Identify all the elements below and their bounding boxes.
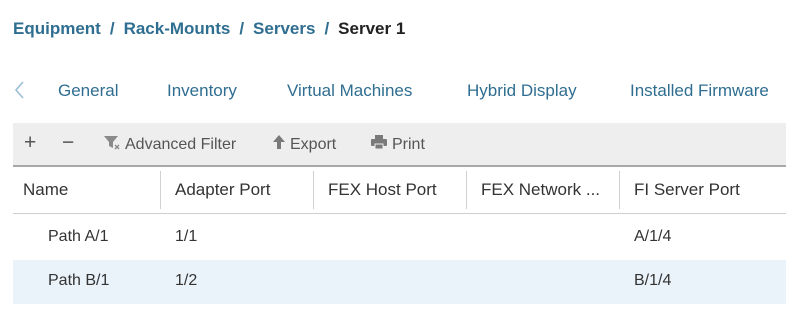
breadcrumb: Equipment / Rack-Mounts / Servers / Server 1	[13, 19, 405, 39]
export-label: Export	[290, 135, 337, 153]
cell-name: Path A/1	[48, 228, 109, 245]
table-header: Name Adapter Port FEX Host Port FEX Netw…	[13, 167, 786, 214]
breadcrumb-equipment[interactable]: Equipment	[13, 19, 101, 38]
breadcrumb-current: Server 1	[338, 19, 406, 38]
breadcrumb-separator: /	[324, 19, 330, 38]
table-row[interactable]: Path A/1 1/1 A/1/4	[13, 216, 786, 260]
column-header-fi-server-port[interactable]: FI Server Port	[634, 180, 740, 200]
tab-hybrid-display[interactable]: Hybrid Display	[467, 81, 577, 101]
chevron-left-icon[interactable]	[13, 79, 27, 101]
cell-name: Path B/1	[48, 272, 110, 289]
print-button[interactable]: Print	[370, 134, 425, 155]
tab-bar: General Inventory Virtual Machines Hybri…	[0, 72, 786, 110]
breadcrumb-separator: /	[239, 19, 245, 38]
remove-button[interactable]: −	[62, 131, 74, 155]
print-label: Print	[392, 135, 425, 153]
tab-general[interactable]: General	[58, 81, 118, 101]
tab-installed-firmware[interactable]: Installed Firmware	[630, 81, 769, 101]
cell-fi-server-port: B/1/4	[634, 272, 672, 289]
column-divider[interactable]	[160, 171, 161, 209]
export-button[interactable]: Export	[272, 134, 336, 155]
table-toolbar: + − Advanced Filter Export Print	[13, 123, 786, 167]
column-header-fex-host-port[interactable]: FEX Host Port	[328, 180, 437, 200]
advanced-filter-button[interactable]: Advanced Filter	[103, 134, 236, 155]
table-row[interactable]: Path B/1 1/2 B/1/4	[13, 260, 786, 304]
column-header-adapter-port[interactable]: Adapter Port	[175, 180, 270, 200]
column-divider[interactable]	[466, 171, 467, 209]
breadcrumb-servers[interactable]: Servers	[253, 19, 315, 38]
column-header-fex-network[interactable]: FEX Network ...	[481, 180, 600, 200]
cell-adapter-port: 1/1	[175, 228, 198, 245]
breadcrumb-rack-mounts[interactable]: Rack-Mounts	[124, 19, 231, 38]
breadcrumb-separator: /	[109, 19, 115, 38]
column-divider[interactable]	[619, 171, 620, 209]
tab-virtual-machines[interactable]: Virtual Machines	[287, 81, 412, 101]
cell-fi-server-port: A/1/4	[634, 228, 672, 245]
export-arrow-icon	[272, 134, 286, 155]
printer-icon	[370, 134, 388, 155]
advanced-filter-label: Advanced Filter	[125, 135, 237, 153]
column-divider[interactable]	[313, 171, 314, 209]
add-button[interactable]: +	[24, 131, 36, 155]
cell-adapter-port: 1/2	[175, 272, 198, 289]
filter-icon	[103, 134, 121, 155]
tab-inventory[interactable]: Inventory	[167, 81, 237, 101]
column-header-name[interactable]: Name	[23, 180, 68, 200]
